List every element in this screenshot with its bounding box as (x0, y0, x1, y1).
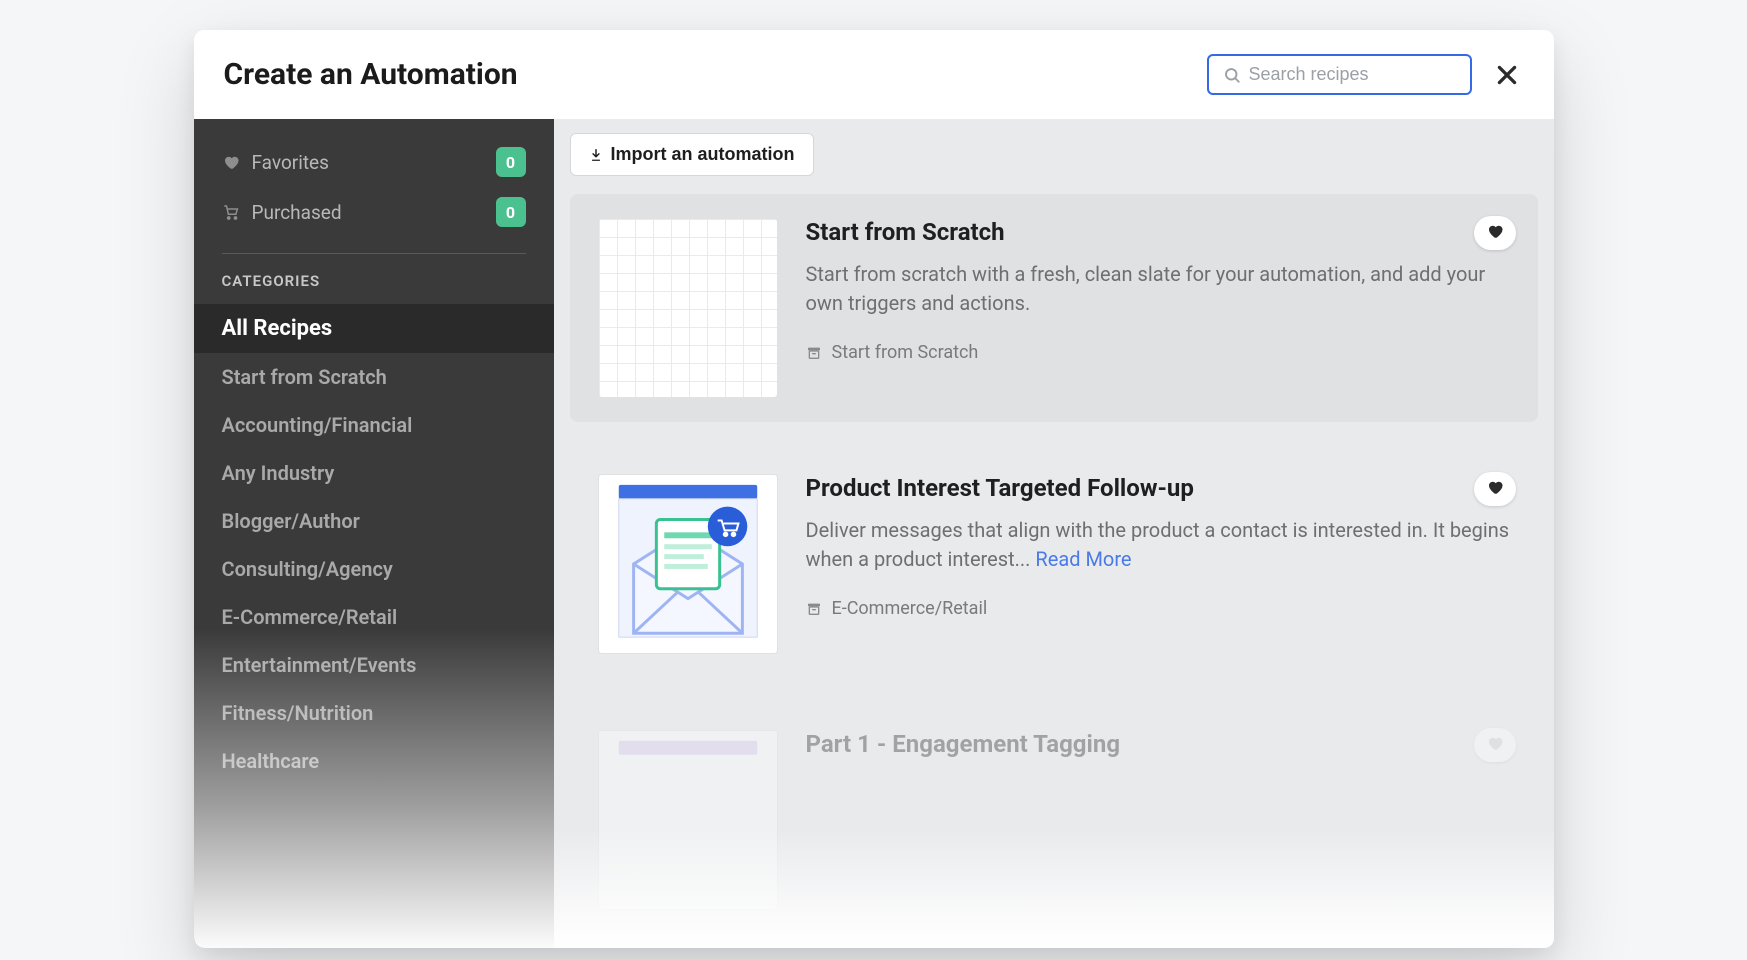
header-right (1207, 54, 1524, 95)
categories-heading: CATEGORIES (194, 264, 554, 304)
favorite-toggle[interactable] (1474, 216, 1516, 250)
sidebar: Favorites 0 Purchased 0 CATEGORIES All R… (194, 119, 554, 948)
close-icon (1494, 62, 1520, 88)
favorites-label: Favorites (252, 151, 329, 174)
envelope-cart-illustration (599, 475, 777, 653)
card-content: Product Interest Targeted Follow-up Deli… (806, 474, 1510, 654)
heart-icon (1486, 734, 1504, 752)
recipe-meta: E-Commerce/Retail (806, 598, 1510, 619)
sidebar-item-purchased[interactable]: Purchased 0 (194, 187, 554, 237)
modal-header: Create an Automation (194, 30, 1554, 119)
modal-body: Favorites 0 Purchased 0 CATEGORIES All R… (194, 119, 1554, 948)
category-label: Any Industry (222, 461, 335, 485)
recipe-card[interactable]: Product Interest Targeted Follow-up Deli… (570, 450, 1538, 678)
heart-icon (1486, 222, 1504, 240)
category-healthcare[interactable]: Healthcare (194, 737, 554, 785)
archive-icon (806, 601, 822, 617)
placeholder-illustration (599, 731, 777, 909)
modal-title: Create an Automation (224, 57, 518, 92)
search-input[interactable] (1249, 64, 1456, 85)
recipe-title: Part 1 - Engagement Tagging (806, 730, 1510, 758)
download-arrow-icon (589, 148, 603, 162)
main-area: Import an automation Start from Scratch … (554, 119, 1554, 948)
category-accounting-financial[interactable]: Accounting/Financial (194, 401, 554, 449)
category-any-industry[interactable]: Any Industry (194, 449, 554, 497)
category-fitness-nutrition[interactable]: Fitness/Nutrition (194, 689, 554, 737)
recipe-meta: Start from Scratch (806, 342, 1510, 363)
category-label: Consulting/Agency (222, 557, 393, 581)
category-consulting-agency[interactable]: Consulting/Agency (194, 545, 554, 593)
recipe-card[interactable]: Start from Scratch Start from scratch wi… (570, 194, 1538, 422)
read-more-link[interactable]: Read More (1035, 547, 1131, 571)
recipe-thumbnail (598, 218, 778, 398)
category-label: Fitness/Nutrition (222, 701, 374, 725)
favorites-count-badge: 0 (496, 147, 526, 177)
recipe-title: Start from Scratch (806, 218, 1510, 246)
category-label: Healthcare (222, 749, 320, 773)
purchased-count-badge: 0 (496, 197, 526, 227)
category-entertainment-events[interactable]: Entertainment/Events (194, 641, 554, 689)
search-icon (1223, 66, 1241, 84)
import-row: Import an automation (554, 119, 1554, 180)
category-all-recipes[interactable]: All Recipes (194, 304, 554, 353)
sidebar-separator (222, 253, 526, 254)
recipe-thumbnail (598, 730, 778, 910)
recipe-title: Product Interest Targeted Follow-up (806, 474, 1510, 502)
favorite-toggle[interactable] (1474, 728, 1516, 762)
close-button[interactable] (1490, 58, 1524, 92)
import-automation-button[interactable]: Import an automation (570, 133, 814, 176)
create-automation-modal: Create an Automation Favorites 0 (194, 30, 1554, 948)
recipe-category: Start from Scratch (832, 342, 979, 363)
recipe-description: Start from scratch with a fresh, clean s… (806, 260, 1510, 318)
card-content: Start from Scratch Start from scratch wi… (806, 218, 1510, 398)
category-label: Accounting/Financial (222, 413, 413, 437)
heart-icon (222, 153, 240, 171)
sidebar-item-favorites[interactable]: Favorites 0 (194, 137, 554, 187)
heart-icon (1486, 478, 1504, 496)
purchased-label: Purchased (252, 201, 342, 224)
favorite-toggle[interactable] (1474, 472, 1516, 506)
category-label: All Recipes (222, 316, 333, 341)
category-ecommerce-retail[interactable]: E-Commerce/Retail (194, 593, 554, 641)
recipe-card[interactable]: Part 1 - Engagement Tagging (570, 706, 1538, 934)
category-label: Entertainment/Events (222, 653, 417, 677)
recipe-description: Deliver messages that align with the pro… (806, 516, 1510, 574)
category-label: Start from Scratch (222, 365, 387, 389)
category-start-from-scratch[interactable]: Start from Scratch (194, 353, 554, 401)
import-automation-label: Import an automation (611, 144, 795, 165)
archive-icon (806, 345, 822, 361)
category-label: Blogger/Author (222, 509, 360, 533)
recipe-thumbnail (598, 474, 778, 654)
card-content: Part 1 - Engagement Tagging (806, 730, 1510, 910)
category-label: E-Commerce/Retail (222, 605, 398, 629)
recipe-category: E-Commerce/Retail (832, 598, 988, 619)
cart-icon (222, 203, 240, 221)
search-recipes-field[interactable] (1207, 54, 1472, 95)
recipe-description-text: Deliver messages that align with the pro… (806, 518, 1510, 571)
category-blogger-author[interactable]: Blogger/Author (194, 497, 554, 545)
